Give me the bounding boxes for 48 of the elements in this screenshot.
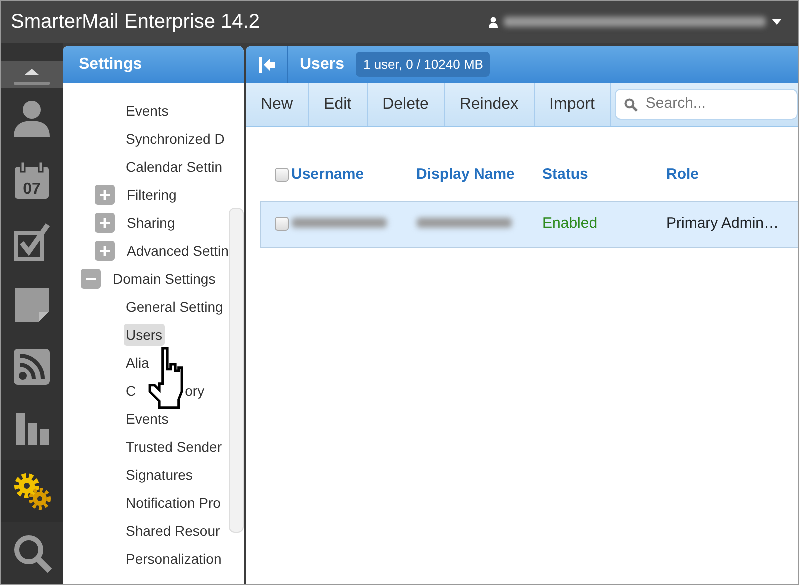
tree-item[interactable]: Events xyxy=(124,408,171,430)
toolbar-button[interactable]: Import xyxy=(534,83,611,126)
toolbar-button[interactable]: New xyxy=(246,83,310,126)
tree-item[interactable]: Domain Settings xyxy=(111,268,218,290)
tree-item[interactable]: Personalization xyxy=(124,548,224,570)
toolbar-button[interactable]: Edit xyxy=(309,83,368,126)
scrollbar[interactable] xyxy=(229,208,244,533)
table-cell: Primary Admin… xyxy=(666,214,780,232)
scroll-up-button[interactable] xyxy=(1,61,63,88)
status-text: Enabled xyxy=(542,214,598,232)
search-field[interactable]: Search... xyxy=(614,89,798,120)
tree-item[interactable]: Sharing xyxy=(125,212,178,234)
tree-item-text: ory xyxy=(185,382,205,401)
panel-title: Settings xyxy=(79,54,142,74)
tree-item[interactable]: Shared Resour xyxy=(124,520,222,542)
usage-badge: 1 user, 0 / 10240 MB xyxy=(356,52,490,78)
toolbar-button[interactable]: Delete xyxy=(368,83,445,126)
column-header[interactable]: Role xyxy=(666,166,700,182)
toolbar-button[interactable]: Reindex xyxy=(444,83,535,126)
app-title: SmarterMail Enterprise 14.2 xyxy=(11,10,260,35)
rss-icon[interactable] xyxy=(12,347,52,387)
column-header[interactable]: Display Name xyxy=(416,166,515,182)
checkbox[interactable] xyxy=(275,216,289,231)
note-icon[interactable] xyxy=(12,285,52,325)
search-icon[interactable] xyxy=(12,533,52,573)
caret-icon[interactable] xyxy=(772,19,782,25)
table-row[interactable]: Enabled Primary Admin… xyxy=(260,201,798,247)
tree-item[interactable]: Calendar Settin xyxy=(124,156,225,178)
tree-item[interactable]: Filtering xyxy=(125,184,179,206)
tree-item[interactable]: Signatures xyxy=(124,464,195,486)
column-header[interactable]: Username xyxy=(292,166,364,182)
tree-item[interactable]: Synchronized D xyxy=(124,128,227,150)
checkbox[interactable] xyxy=(274,168,288,182)
column-header[interactable]: Status xyxy=(542,166,588,182)
tree-item[interactable]: Notification Pro xyxy=(124,492,223,514)
gears-icon[interactable] xyxy=(12,471,52,511)
tree-item[interactable]: General Setting xyxy=(124,296,226,318)
collapse-left-icon xyxy=(258,56,276,74)
checkbox-icon[interactable] xyxy=(12,223,52,263)
person-icon[interactable] xyxy=(12,99,52,139)
tree-item[interactable]: Users xyxy=(124,324,165,346)
tree-item[interactable]: Events xyxy=(124,100,171,122)
user-icon[interactable] xyxy=(489,16,498,28)
tree-item[interactable]: Advanced Settin xyxy=(125,240,231,262)
tree-item[interactable]: C xyxy=(124,380,138,402)
tree-item[interactable]: Trusted Sender xyxy=(124,436,224,458)
panel-title: Users xyxy=(300,54,344,74)
search-icon xyxy=(624,96,638,112)
